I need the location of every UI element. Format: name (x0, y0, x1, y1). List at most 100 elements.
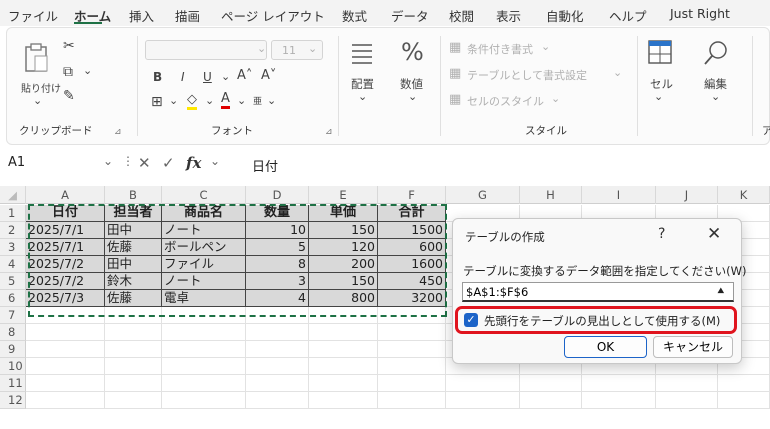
ok-button[interactable]: OK (564, 336, 647, 358)
empty-cell[interactable] (309, 375, 378, 392)
table-cell[interactable]: 3 (246, 273, 309, 290)
row-header[interactable]: 11 (0, 375, 26, 392)
tab-insert[interactable]: 挿入 (129, 6, 154, 25)
table-cell[interactable]: 800 (309, 290, 378, 307)
empty-cell[interactable] (105, 358, 162, 375)
empty-cell[interactable] (105, 324, 162, 341)
alignment-group[interactable]: 配置 ⌄ (338, 28, 386, 144)
empty-cell[interactable] (246, 375, 309, 392)
empty-cell[interactable] (520, 375, 582, 392)
table-header-cell[interactable]: 数量 (246, 205, 309, 222)
table-cell[interactable]: 2025/7/2 (26, 273, 105, 290)
row-header[interactable]: 12 (0, 392, 26, 409)
row-header[interactable]: 1 (0, 205, 26, 222)
number-group[interactable]: % 数値 ⌄ (389, 28, 435, 144)
cancel-entry-icon[interactable]: ✕ (138, 154, 151, 172)
empty-cell[interactable] (309, 358, 378, 375)
table-cell[interactable]: 鈴木 (105, 273, 162, 290)
column-header[interactable]: E (309, 186, 378, 204)
empty-cell[interactable] (309, 324, 378, 341)
empty-cell[interactable] (26, 392, 105, 409)
fill-color-dropdown-icon[interactable]: ⌄ (205, 94, 214, 107)
row-header[interactable]: 6 (0, 290, 26, 307)
table-cell[interactable]: 3200 (378, 290, 446, 307)
tab-review[interactable]: 校閲 (449, 6, 474, 25)
tab-view[interactable]: 表示 (496, 6, 521, 25)
empty-cell[interactable] (246, 392, 309, 409)
clipboard-launcher-icon[interactable]: ⊿ (114, 127, 122, 137)
table-header-cell[interactable]: 商品名 (162, 205, 246, 222)
table-cell[interactable]: 150 (309, 222, 378, 239)
underline-dropdown-icon[interactable]: ⌄ (221, 70, 230, 83)
function-dropdown-icon[interactable]: ⌄ (210, 154, 220, 168)
empty-cell[interactable] (378, 392, 446, 409)
table-cell[interactable]: ノート (162, 273, 246, 290)
cells-group[interactable]: セル ⌄ (638, 28, 682, 144)
empty-cell[interactable] (26, 375, 105, 392)
empty-cell[interactable] (378, 324, 446, 341)
confirm-entry-icon[interactable]: ✓ (162, 154, 175, 172)
cancel-button[interactable]: キャンセル (653, 336, 733, 358)
bold-icon[interactable]: B (153, 70, 162, 84)
table-cell[interactable]: 10 (246, 222, 309, 239)
column-header[interactable]: D (246, 186, 309, 204)
borders-icon[interactable]: ⊞ (151, 94, 163, 110)
cut-icon[interactable]: ✂ (63, 38, 75, 54)
column-header[interactable]: K (718, 186, 770, 204)
format-as-table-button[interactable]: テーブルとして書式設定 (467, 67, 587, 83)
empty-cell[interactable] (105, 341, 162, 358)
empty-cell[interactable] (246, 307, 309, 324)
empty-cell[interactable] (582, 375, 656, 392)
empty-cell[interactable] (162, 324, 246, 341)
row-header[interactable]: 3 (0, 239, 26, 256)
table-cell[interactable]: 2025/7/1 (26, 222, 105, 239)
tab-page-layout[interactable]: ページ レイアウト (221, 6, 325, 25)
phonetic-icon[interactable]: 亜 (253, 94, 262, 107)
empty-cell[interactable] (378, 341, 446, 358)
more-options-icon[interactable]: ⋮ (122, 154, 134, 168)
table-header-cell[interactable]: 担当者 (105, 205, 162, 222)
table-header-cell[interactable]: 日付 (26, 205, 105, 222)
column-header[interactable]: B (105, 186, 162, 204)
tab-just-right[interactable]: Just Right (670, 6, 730, 21)
empty-cell[interactable] (309, 392, 378, 409)
empty-cell[interactable] (26, 307, 105, 324)
column-header[interactable]: G (446, 186, 520, 204)
empty-cell[interactable] (246, 341, 309, 358)
empty-cell[interactable] (446, 392, 520, 409)
table-cell[interactable]: 田中 (105, 256, 162, 273)
header-checkbox-label[interactable]: 先頭行をテーブルの見出しとして使用する(M) (484, 313, 720, 329)
table-cell[interactable]: ボールペン (162, 239, 246, 256)
table-cell[interactable]: 450 (378, 273, 446, 290)
paste-icon[interactable] (23, 42, 49, 72)
font-size-select[interactable]: 11 ⌄ (271, 40, 323, 60)
empty-cell[interactable] (105, 307, 162, 324)
tab-data[interactable]: データ (391, 6, 429, 25)
row-header[interactable]: 8 (0, 324, 26, 341)
empty-cell[interactable] (162, 307, 246, 324)
empty-cell[interactable] (309, 341, 378, 358)
table-cell[interactable]: 佐藤 (105, 239, 162, 256)
font-name-select[interactable] (145, 40, 267, 60)
fill-color-icon[interactable]: ◇ (187, 92, 197, 110)
table-header-cell[interactable]: 単価 (309, 205, 378, 222)
underline-icon[interactable]: U (203, 70, 212, 84)
tab-file[interactable]: ファイル (8, 6, 58, 25)
column-header[interactable]: F (378, 186, 446, 204)
tab-formulas[interactable]: 数式 (342, 6, 367, 25)
column-header[interactable]: H (520, 186, 582, 204)
name-box-dropdown-icon[interactable]: ⌄ (103, 154, 113, 168)
range-input[interactable] (462, 282, 734, 302)
font-launcher-icon[interactable]: ⊿ (325, 127, 333, 137)
font-color-dropdown-icon[interactable]: ⌄ (237, 94, 246, 107)
empty-cell[interactable] (246, 358, 309, 375)
tab-help[interactable]: ヘルプ (609, 6, 647, 25)
row-header[interactable]: 10 (0, 358, 26, 375)
table-cell[interactable]: ノート (162, 222, 246, 239)
table-cell[interactable]: 2025/7/3 (26, 290, 105, 307)
row-header[interactable]: 5 (0, 273, 26, 290)
row-header[interactable]: 2 (0, 222, 26, 239)
font-color-icon[interactable]: A (221, 91, 230, 109)
empty-cell[interactable] (378, 375, 446, 392)
select-all-corner[interactable]: ◢ (0, 186, 26, 204)
